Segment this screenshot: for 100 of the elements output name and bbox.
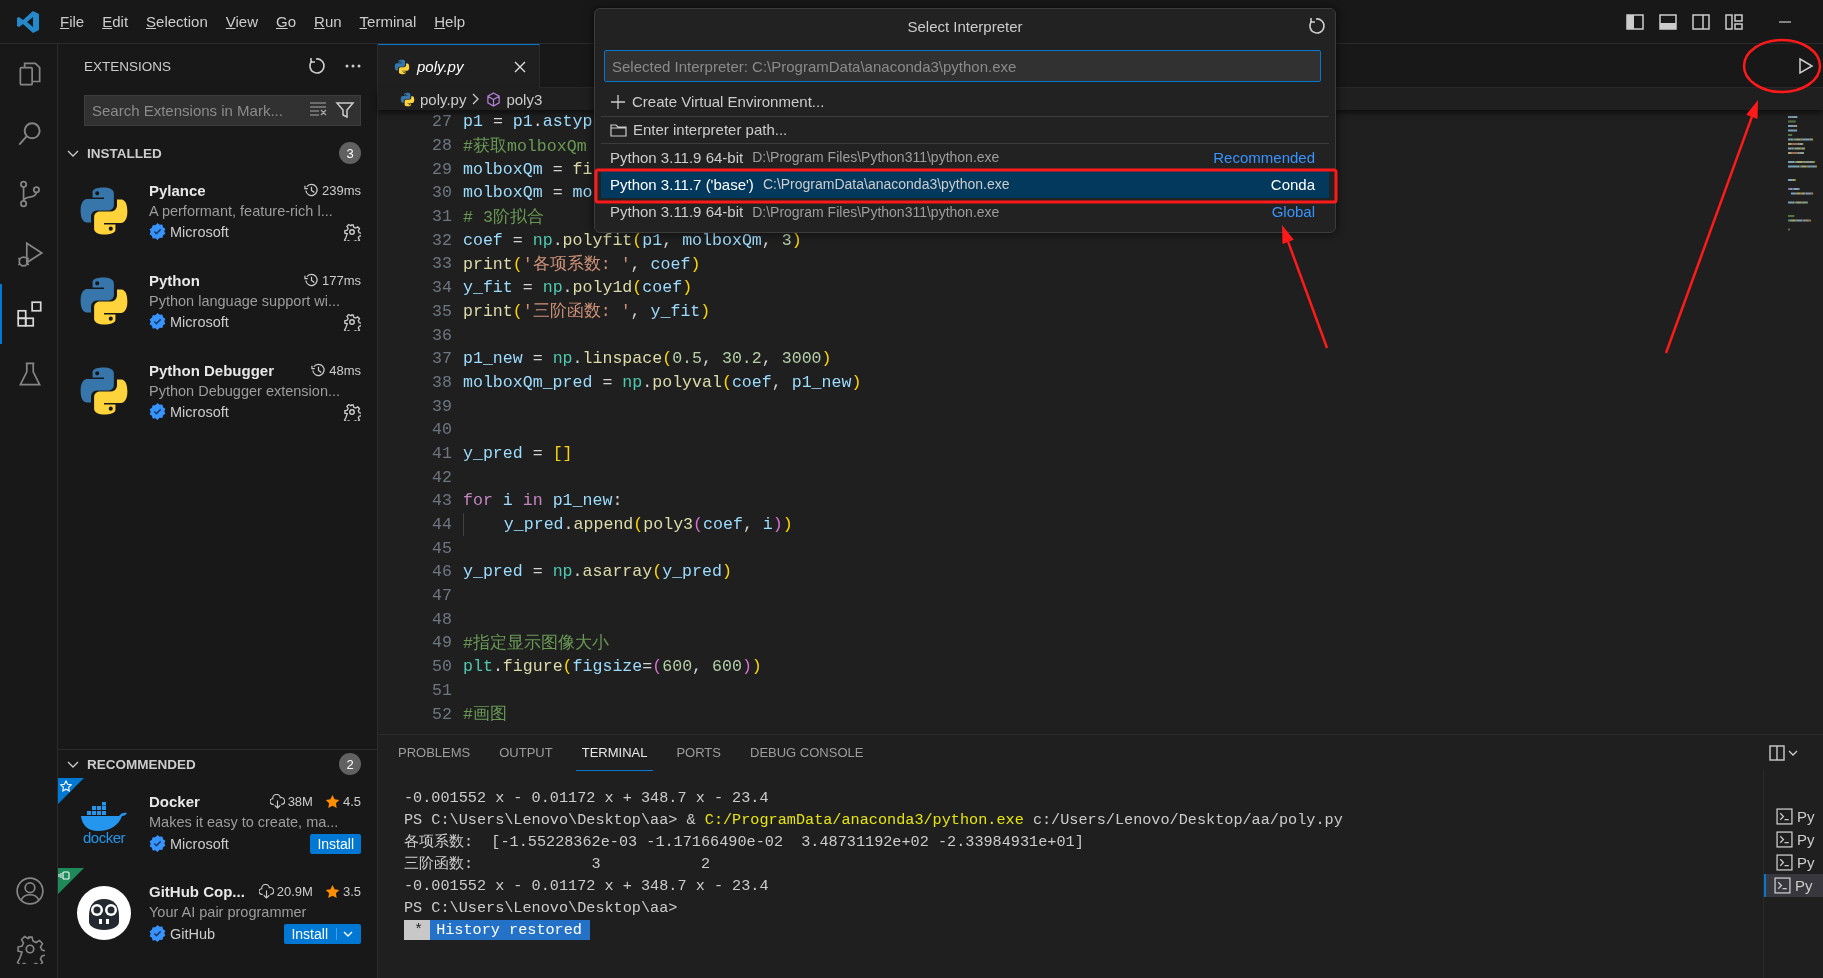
menu-item[interactable]: File xyxy=(51,10,94,33)
section-header[interactable]: INSTALLED 3 xyxy=(58,140,377,166)
install-button[interactable]: Install xyxy=(284,923,361,944)
line-number: 29 xyxy=(431,159,452,179)
code-line: #获取molboxQm xyxy=(463,135,587,157)
code-line: molboxQm_pred = np.polyval(coef, p1_new) xyxy=(463,372,862,392)
line-number: 43 xyxy=(431,491,452,511)
python-logo-icon xyxy=(78,365,130,417)
clear-filter-icon[interactable] xyxy=(309,100,329,116)
stat-text: 38M xyxy=(287,793,313,809)
recommended-corner-icon xyxy=(58,778,84,804)
publisher-name: Microsoft xyxy=(170,403,230,420)
verified-icon xyxy=(149,925,166,942)
avatar-icon xyxy=(77,886,131,940)
line-number: 33 xyxy=(431,254,452,274)
sidebar-toggle-icon[interactable] xyxy=(1625,11,1645,32)
python-file-icon xyxy=(400,91,415,107)
panel-tab[interactable]: DEBUG CONSOLE xyxy=(750,735,877,771)
interpreter-option[interactable]: Python 3.11.9 64-bit D:\Program Files\Python311\python.exe Global xyxy=(601,198,1329,226)
panel-tab[interactable]: PROBLEMS xyxy=(398,735,484,771)
panel-toggle-icon[interactable] xyxy=(1658,11,1678,32)
star-icon xyxy=(324,883,340,899)
menu-option[interactable]: Create Virtual Environment... xyxy=(601,88,1329,116)
refresh-icon[interactable] xyxy=(307,56,327,76)
section-header[interactable]: RECOMMENDED 2 xyxy=(58,750,377,778)
refresh-icon[interactable] xyxy=(1307,16,1327,36)
terminal-line: 各项系数: [-1.55228362e-03 -1.17166490e-02 3.48731192e+02 -2.33984931e+01] xyxy=(404,832,1085,853)
verified-icon xyxy=(149,835,166,852)
interpreter-option[interactable]: Python 3.11.7 ('base') C:\ProgramData\anaconda3\python.exe Conda xyxy=(601,170,1329,198)
logo-wordmark: docker xyxy=(83,829,125,845)
code-line: y_pred = [] xyxy=(463,443,573,463)
terminal-list-item[interactable]: Py xyxy=(1764,851,1823,874)
line-number: 47 xyxy=(431,586,452,606)
secondary-sidebar-icon[interactable] xyxy=(1691,11,1711,32)
verified-icon xyxy=(149,223,166,240)
menu-option[interactable]: Enter interpreter path... xyxy=(601,115,1329,143)
code-line: #画图 xyxy=(463,704,507,726)
install-button[interactable]: Install xyxy=(310,833,361,854)
search-field[interactable]: Search Extensions in Mark... xyxy=(84,95,361,126)
code-line: coef = np.polyfit(p1, molboxQm, 3) xyxy=(463,230,802,250)
menu-item[interactable]: Selection xyxy=(137,10,217,33)
code-line: y_pred = np.asarray(y_pred) xyxy=(463,562,732,582)
stat-text: 177ms xyxy=(321,272,361,288)
line-number: 39 xyxy=(431,396,452,416)
cloud-download-icon xyxy=(269,793,285,809)
filter-icon[interactable] xyxy=(335,100,355,120)
close-icon[interactable] xyxy=(513,59,527,74)
dialog-title: Select Interpreter xyxy=(907,17,1023,35)
settings-icon[interactable] xyxy=(343,312,361,331)
panel-tab[interactable]: PORTS xyxy=(676,735,734,771)
terminal-icon xyxy=(1776,854,1793,871)
panel-tab[interactable]: TERMINAL xyxy=(575,735,654,771)
line-number: 50 xyxy=(431,657,452,677)
line-number: 32 xyxy=(431,230,452,250)
line-number: 52 xyxy=(431,704,452,724)
terminal-list-item[interactable]: Py xyxy=(1764,874,1823,897)
settings-icon[interactable] xyxy=(343,222,361,241)
breadcrumb-item[interactable]: poly.py xyxy=(420,90,467,108)
code-line: molboxQm = mo xyxy=(463,183,593,203)
extension-description: Python Debugger extension... xyxy=(149,382,342,399)
count-badge: 2 xyxy=(339,753,361,775)
interpreter-option[interactable]: Python 3.11.9 64-bit D:\Program Files\Python311\python.exe Recommended xyxy=(601,143,1329,171)
layout-icon[interactable] xyxy=(1724,11,1744,32)
extension-name: GitHub Cop... xyxy=(149,882,246,900)
line-number: 44 xyxy=(431,515,452,535)
extension-description: A performant, feature-rich l... xyxy=(149,202,334,219)
terminal-list-item[interactable]: Py xyxy=(1764,828,1823,851)
line-number: 42 xyxy=(431,467,452,487)
vscode-logo xyxy=(16,9,40,34)
menu-item[interactable]: Run xyxy=(305,10,351,33)
extension-name: Python xyxy=(149,271,201,289)
line-number: 34 xyxy=(431,278,452,298)
section-title: RECOMMENDED xyxy=(87,756,197,772)
panel-tab[interactable]: OUTPUT xyxy=(499,735,566,771)
input-field[interactable]: Selected Interpreter: C:\ProgramData\anaconda3\python.exe xyxy=(604,50,1321,82)
menu-item[interactable]: Edit xyxy=(93,10,138,33)
editor-tab[interactable]: poly.py xyxy=(378,44,540,88)
breadcrumb-item[interactable]: poly3 xyxy=(506,90,543,108)
line-number: 40 xyxy=(431,420,452,440)
menu-item[interactable]: Terminal xyxy=(350,10,426,33)
line-number: 30 xyxy=(431,183,452,203)
split-terminal-icon[interactable] xyxy=(1769,744,1799,762)
code-line: print('三阶函数: ', y_fit) xyxy=(463,301,711,323)
menu-item[interactable]: Help xyxy=(425,10,475,33)
stat-text: 239ms xyxy=(321,182,361,198)
history-icon xyxy=(303,182,319,198)
account-icon xyxy=(14,876,45,906)
stat-text: 20.9M xyxy=(276,883,313,899)
line-number: 48 xyxy=(431,609,452,629)
menu-item[interactable]: Go xyxy=(267,10,306,33)
terminal-list-item[interactable]: Py xyxy=(1764,805,1823,828)
extension-description: Makes it easy to create, ma... xyxy=(149,813,340,830)
code-line: p1 = p1.astyp xyxy=(463,112,593,132)
menu-item[interactable]: View xyxy=(216,10,267,33)
terminal-line: PS C:\Users\Lenovo\Desktop\aa> xyxy=(404,898,679,919)
stat-text: 48ms xyxy=(329,362,361,378)
count-badge: 3 xyxy=(339,142,361,164)
terminal-line: -0.001552 x - 0.01172 x + 348.7 x - 23.4 xyxy=(404,788,770,809)
section-title: INSTALLED xyxy=(87,145,163,161)
settings-icon[interactable] xyxy=(343,402,361,421)
